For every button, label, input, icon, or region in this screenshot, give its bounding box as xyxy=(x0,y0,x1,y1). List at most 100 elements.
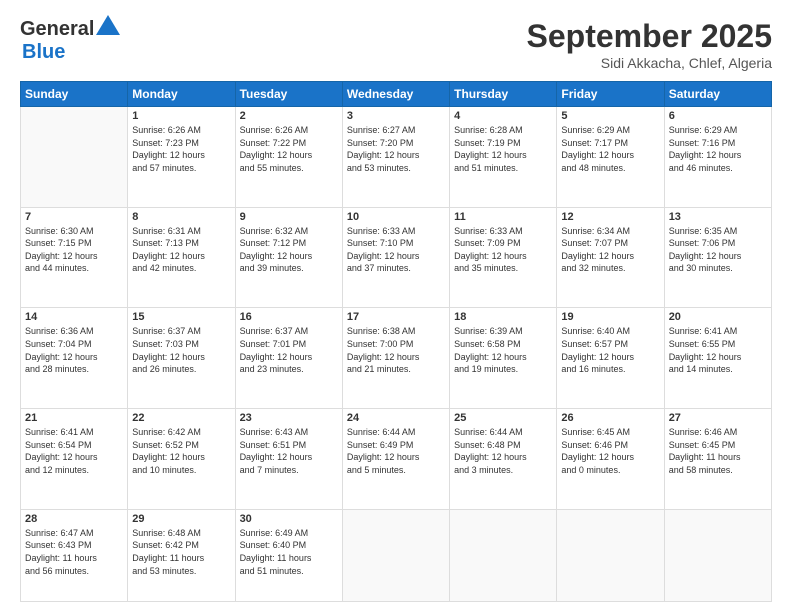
calendar-day: 17 Sunrise: 6:38 AM Sunset: 7:00 PM Dayli… xyxy=(342,308,449,409)
day-number: 29 xyxy=(132,513,230,525)
calendar-day: 9 Sunrise: 6:32 AM Sunset: 7:12 PM Daylig… xyxy=(235,207,342,308)
day-number: 30 xyxy=(240,513,338,525)
calendar-day: 15 Sunrise: 6:37 AM Sunset: 7:03 PM Dayli… xyxy=(128,308,235,409)
calendar-day: 16 Sunrise: 6:37 AM Sunset: 7:01 PM Dayli… xyxy=(235,308,342,409)
day-info: Sunrise: 6:33 AM Sunset: 7:09 PM Dayligh… xyxy=(454,225,552,275)
day-number: 23 xyxy=(240,412,338,424)
calendar-week-row: 28 Sunrise: 6:47 AM Sunset: 6:43 PM Dayli… xyxy=(21,509,772,601)
calendar-week-row: 14 Sunrise: 6:36 AM Sunset: 7:04 PM Dayli… xyxy=(21,308,772,409)
day-info: Sunrise: 6:34 AM Sunset: 7:07 PM Dayligh… xyxy=(561,225,659,275)
day-info: Sunrise: 6:26 AM Sunset: 7:22 PM Dayligh… xyxy=(240,124,338,174)
calendar-day: 6Sunrise: 6:29 AM Sunset: 7:16 PM Daylig… xyxy=(664,107,771,208)
calendar-week-row: 7 Sunrise: 6:30 AM Sunset: 7:15 PM Daylig… xyxy=(21,207,772,308)
day-number: 21 xyxy=(25,412,123,424)
day-info: Sunrise: 6:31 AM Sunset: 7:13 PM Dayligh… xyxy=(132,225,230,275)
day-number: 17 xyxy=(347,311,445,323)
logo-blue: Blue xyxy=(22,41,65,63)
day-info: Sunrise: 6:37 AM Sunset: 7:01 PM Dayligh… xyxy=(240,325,338,375)
day-info: Sunrise: 6:40 AM Sunset: 6:57 PM Dayligh… xyxy=(561,325,659,375)
calendar-day xyxy=(450,509,557,601)
calendar-day: 25Sunrise: 6:44 AM Sunset: 6:48 PM Dayli… xyxy=(450,409,557,510)
calendar-day: 8 Sunrise: 6:31 AM Sunset: 7:13 PM Daylig… xyxy=(128,207,235,308)
location: Sidi Akkacha, Chlef, Algeria xyxy=(527,55,772,71)
day-number: 2 xyxy=(240,110,338,122)
day-header-wednesday: Wednesday xyxy=(342,82,449,107)
calendar-day: 28 Sunrise: 6:47 AM Sunset: 6:43 PM Dayli… xyxy=(21,509,128,601)
day-number: 5 xyxy=(561,110,659,122)
calendar-day: 14 Sunrise: 6:36 AM Sunset: 7:04 PM Dayli… xyxy=(21,308,128,409)
calendar-day: 29 Sunrise: 6:48 AM Sunset: 6:42 PM Dayli… xyxy=(128,509,235,601)
day-info: Sunrise: 6:37 AM Sunset: 7:03 PM Dayligh… xyxy=(132,325,230,375)
logo: General Blue xyxy=(20,18,120,64)
day-info: Sunrise: 6:26 AM Sunset: 7:23 PM Dayligh… xyxy=(132,124,230,174)
title-block: September 2025 Sidi Akkacha, Chlef, Alge… xyxy=(527,18,772,71)
calendar-day xyxy=(557,509,664,601)
day-number: 27 xyxy=(669,412,767,424)
calendar-day: 23 Sunrise: 6:43 AM Sunset: 6:51 PM Dayli… xyxy=(235,409,342,510)
calendar-day: 30 Sunrise: 6:49 AM Sunset: 6:40 PM Dayli… xyxy=(235,509,342,601)
calendar-day: 10Sunrise: 6:33 AM Sunset: 7:10 PM Dayli… xyxy=(342,207,449,308)
day-number: 4 xyxy=(454,110,552,122)
day-info: Sunrise: 6:36 AM Sunset: 7:04 PM Dayligh… xyxy=(25,325,123,375)
day-number: 28 xyxy=(25,513,123,525)
calendar-day: 3 Sunrise: 6:27 AM Sunset: 7:20 PM Daylig… xyxy=(342,107,449,208)
day-number: 9 xyxy=(240,211,338,223)
calendar-day: 24 Sunrise: 6:44 AM Sunset: 6:49 PM Dayli… xyxy=(342,409,449,510)
calendar-day: 11 Sunrise: 6:33 AM Sunset: 7:09 PM Dayli… xyxy=(450,207,557,308)
day-number: 8 xyxy=(132,211,230,223)
day-info: Sunrise: 6:48 AM Sunset: 6:42 PM Dayligh… xyxy=(132,527,230,577)
calendar-table: SundayMondayTuesdayWednesdayThursdayFrid… xyxy=(20,81,772,602)
day-info: Sunrise: 6:45 AM Sunset: 6:46 PM Dayligh… xyxy=(561,426,659,476)
day-info: Sunrise: 6:28 AM Sunset: 7:19 PM Dayligh… xyxy=(454,124,552,174)
day-header-monday: Monday xyxy=(128,82,235,107)
calendar-week-row: 1 Sunrise: 6:26 AM Sunset: 7:23 PM Daylig… xyxy=(21,107,772,208)
calendar-day: 2 Sunrise: 6:26 AM Sunset: 7:22 PM Daylig… xyxy=(235,107,342,208)
calendar-day: 5 Sunrise: 6:29 AM Sunset: 7:17 PM Daylig… xyxy=(557,107,664,208)
day-info: Sunrise: 6:27 AM Sunset: 7:20 PM Dayligh… xyxy=(347,124,445,174)
day-info: Sunrise: 6:47 AM Sunset: 6:43 PM Dayligh… xyxy=(25,527,123,577)
month-title: September 2025 xyxy=(527,18,772,55)
day-number: 16 xyxy=(240,311,338,323)
day-info: Sunrise: 6:44 AM Sunset: 6:49 PM Dayligh… xyxy=(347,426,445,476)
day-header-saturday: Saturday xyxy=(664,82,771,107)
day-header-thursday: Thursday xyxy=(450,82,557,107)
day-info: Sunrise: 6:29 AM Sunset: 7:17 PM Dayligh… xyxy=(561,124,659,174)
day-number: 13 xyxy=(669,211,767,223)
calendar-day: 22Sunrise: 6:42 AM Sunset: 6:52 PM Dayli… xyxy=(128,409,235,510)
day-info: Sunrise: 6:32 AM Sunset: 7:12 PM Dayligh… xyxy=(240,225,338,275)
calendar-day xyxy=(342,509,449,601)
calendar-day: 18 Sunrise: 6:39 AM Sunset: 6:58 PM Dayli… xyxy=(450,308,557,409)
calendar-header-row: SundayMondayTuesdayWednesdayThursdayFrid… xyxy=(21,82,772,107)
day-info: Sunrise: 6:49 AM Sunset: 6:40 PM Dayligh… xyxy=(240,527,338,577)
day-number: 11 xyxy=(454,211,552,223)
day-info: Sunrise: 6:29 AM Sunset: 7:16 PM Dayligh… xyxy=(669,124,767,174)
day-number: 7 xyxy=(25,211,123,223)
calendar-week-row: 21Sunrise: 6:41 AM Sunset: 6:54 PM Dayli… xyxy=(21,409,772,510)
day-number: 24 xyxy=(347,412,445,424)
calendar-day: 4 Sunrise: 6:28 AM Sunset: 7:19 PM Daylig… xyxy=(450,107,557,208)
calendar-day: 21Sunrise: 6:41 AM Sunset: 6:54 PM Dayli… xyxy=(21,409,128,510)
day-number: 10 xyxy=(347,211,445,223)
page: General Blue September 2025 Sidi Akkacha… xyxy=(0,0,792,612)
day-info: Sunrise: 6:43 AM Sunset: 6:51 PM Dayligh… xyxy=(240,426,338,476)
day-info: Sunrise: 6:46 AM Sunset: 6:45 PM Dayligh… xyxy=(669,426,767,476)
day-number: 3 xyxy=(347,110,445,122)
day-info: Sunrise: 6:30 AM Sunset: 7:15 PM Dayligh… xyxy=(25,225,123,275)
calendar-day xyxy=(21,107,128,208)
day-info: Sunrise: 6:44 AM Sunset: 6:48 PM Dayligh… xyxy=(454,426,552,476)
day-info: Sunrise: 6:38 AM Sunset: 7:00 PM Dayligh… xyxy=(347,325,445,375)
day-header-friday: Friday xyxy=(557,82,664,107)
day-info: Sunrise: 6:39 AM Sunset: 6:58 PM Dayligh… xyxy=(454,325,552,375)
calendar-day: 1 Sunrise: 6:26 AM Sunset: 7:23 PM Daylig… xyxy=(128,107,235,208)
calendar-day: 19 Sunrise: 6:40 AM Sunset: 6:57 PM Dayli… xyxy=(557,308,664,409)
day-number: 1 xyxy=(132,110,230,122)
day-header-sunday: Sunday xyxy=(21,82,128,107)
calendar-day: 12Sunrise: 6:34 AM Sunset: 7:07 PM Dayli… xyxy=(557,207,664,308)
day-number: 15 xyxy=(132,311,230,323)
day-number: 19 xyxy=(561,311,659,323)
day-header-tuesday: Tuesday xyxy=(235,82,342,107)
day-number: 14 xyxy=(25,311,123,323)
day-number: 18 xyxy=(454,311,552,323)
day-info: Sunrise: 6:41 AM Sunset: 6:55 PM Dayligh… xyxy=(669,325,767,375)
calendar-day: 7 Sunrise: 6:30 AM Sunset: 7:15 PM Daylig… xyxy=(21,207,128,308)
